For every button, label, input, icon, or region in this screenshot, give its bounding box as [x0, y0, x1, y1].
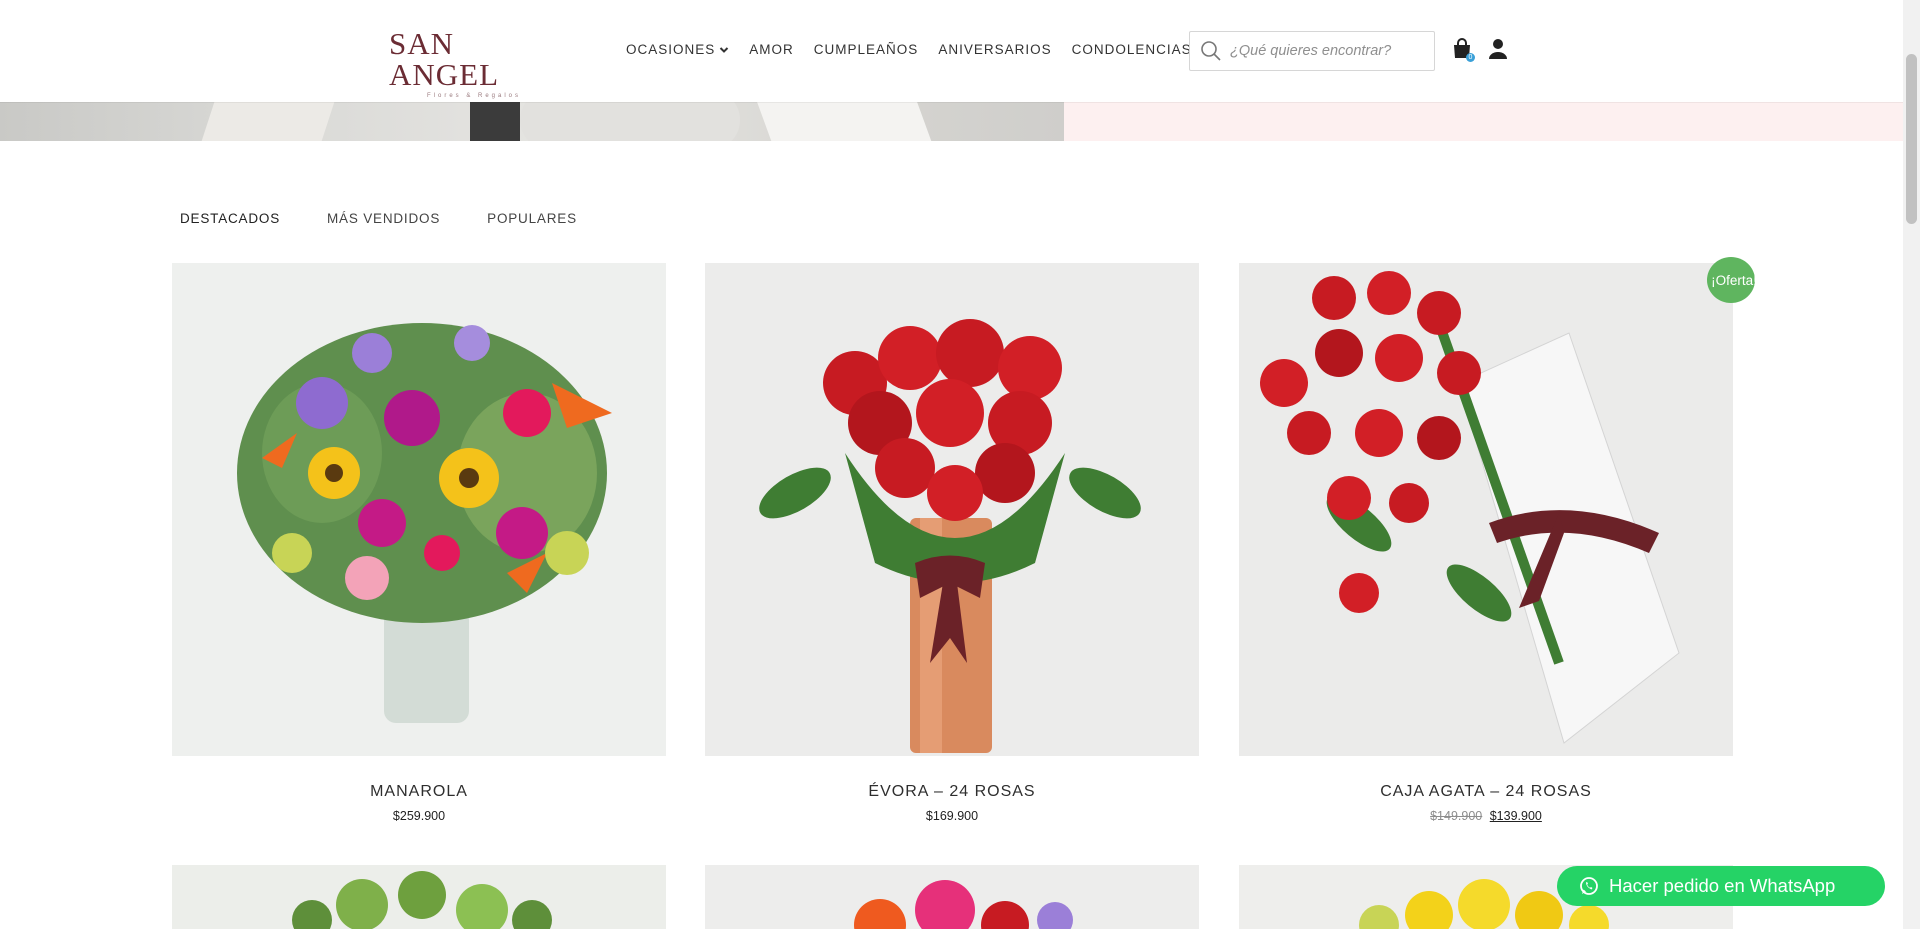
- product-name[interactable]: MANAROLA: [172, 783, 666, 801]
- search-icon[interactable]: [1200, 40, 1222, 62]
- whatsapp-label: Hacer pedido en WhatsApp: [1609, 875, 1836, 896]
- product-old-price: $149.900: [1430, 809, 1483, 823]
- logo-text: SAN ANGEL: [389, 26, 500, 92]
- roses-box-image: [1239, 263, 1733, 756]
- product-price: $149.900 $139.900: [1239, 809, 1733, 823]
- user-icon: [1489, 39, 1507, 59]
- tab-destacados[interactable]: DESTACADOS: [180, 211, 280, 226]
- product-card-partial[interactable]: [172, 865, 666, 929]
- product-price: $259.900: [392, 809, 446, 823]
- sale-badge: ¡Oferta!: [1707, 257, 1755, 303]
- site-header: SAN ANGEL Flores & Regalos OCASIONES AMO…: [0, 0, 1903, 102]
- nav-item-label: CONDOLENCIAS: [1071, 42, 1192, 57]
- product-card[interactable]: MANAROLA $259.900: [172, 263, 666, 823]
- page-scrollbar[interactable]: [1903, 0, 1920, 929]
- whatsapp-order-button[interactable]: Hacer pedido en WhatsApp: [1557, 866, 1885, 906]
- gerbera-flowers-image: [705, 865, 1199, 929]
- nav-item-label: AMOR: [749, 42, 794, 57]
- product-name[interactable]: CAJA AGATA – 24 ROSAS: [1239, 783, 1733, 801]
- product-price: $169.900: [925, 809, 979, 823]
- search-input[interactable]: [1230, 43, 1425, 59]
- nav-item-amor[interactable]: AMOR: [749, 42, 794, 57]
- product-card[interactable]: CAJA AGATA – 24 ROSAS $149.900 $139.900: [1239, 263, 1733, 823]
- cart-count-badge: 0: [1466, 53, 1475, 62]
- nav-item-ocasiones[interactable]: OCASIONES: [626, 42, 729, 57]
- flower-arrangement-image: [172, 263, 666, 756]
- whatsapp-icon: [1580, 877, 1598, 895]
- account-button[interactable]: [1488, 38, 1508, 60]
- sale-badge-label: ¡Oferta!: [1711, 272, 1755, 288]
- roses-vase-image: [705, 263, 1199, 756]
- product-tabs: DESTACADOS MÁS VENDIDOS POPULARES: [180, 211, 577, 226]
- site-logo[interactable]: SAN ANGEL Flores & Regalos: [389, 28, 559, 99]
- nav-item-label: ANIVERSARIOS: [938, 42, 1052, 57]
- scrollbar-thumb[interactable]: [1906, 54, 1917, 224]
- product-name[interactable]: ÉVORA – 24 ROSAS: [705, 783, 1199, 801]
- chevron-down-icon: [720, 46, 729, 53]
- product-image[interactable]: [172, 263, 666, 756]
- search-box: [1189, 31, 1435, 71]
- green-flowers-image: [172, 865, 666, 929]
- cart-button[interactable]: 0: [1452, 38, 1475, 62]
- product-image[interactable]: [705, 263, 1199, 756]
- product-card-partial[interactable]: [705, 865, 1199, 929]
- product-card[interactable]: ÉVORA – 24 ROSAS $169.900: [705, 263, 1199, 823]
- nav-item-condolencias[interactable]: CONDOLENCIAS: [1072, 42, 1192, 57]
- product-sale-price: $139.900: [1489, 809, 1542, 823]
- product-image[interactable]: [1239, 263, 1733, 756]
- nav-item-aniversarios[interactable]: ANIVERSARIOS: [938, 42, 1051, 57]
- nav-item-label: CUMPLEAÑOS: [813, 42, 919, 57]
- tab-populares[interactable]: POPULARES: [487, 211, 577, 226]
- nav-item-cumpleanos[interactable]: CUMPLEAÑOS: [814, 42, 919, 57]
- nav-item-label: OCASIONES: [626, 42, 716, 57]
- logo-tagline: Flores & Regalos: [426, 93, 522, 99]
- main-nav: OCASIONES AMOR CUMPLEAÑOS ANIVERSARIOS C…: [626, 42, 1192, 57]
- tab-mas-vendidos[interactable]: MÁS VENDIDOS: [327, 211, 440, 226]
